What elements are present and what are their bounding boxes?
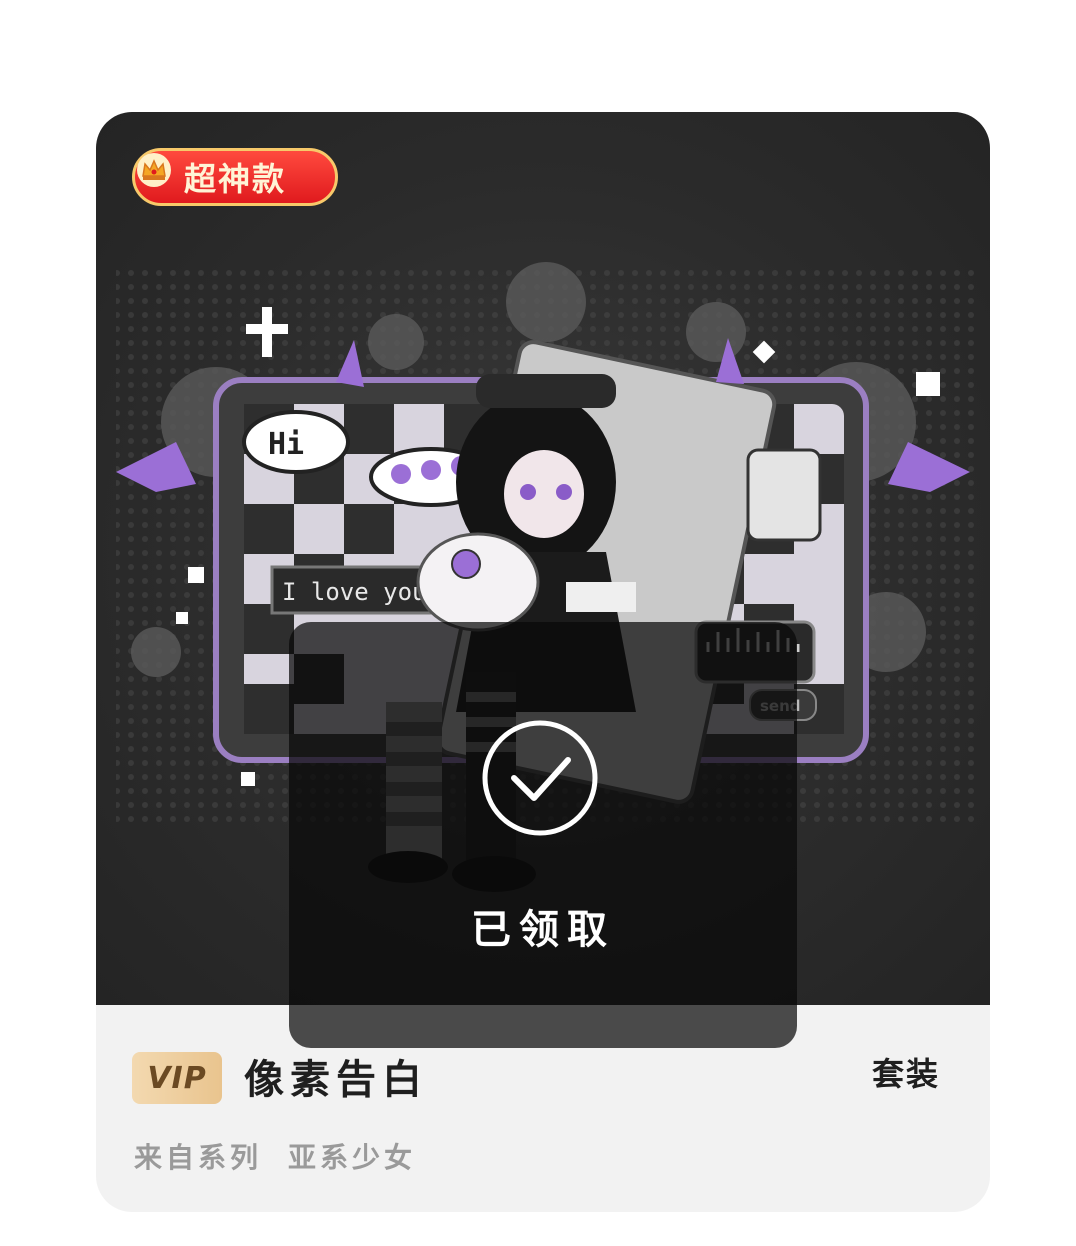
claimed-status-label: 已领取: [471, 907, 615, 953]
item-title: 像素告白: [244, 1057, 428, 1103]
check-circle-icon: [482, 720, 598, 836]
super-rare-badge: 超神款: [132, 148, 338, 206]
claimed-overlay: 已领取: [289, 622, 797, 1048]
crown-icon: [137, 153, 171, 187]
vip-badge: VIP: [132, 1052, 222, 1104]
series-prefix: 来自系列: [134, 1141, 263, 1174]
series-info[interactable]: 来自系列 亚系少女: [134, 1140, 416, 1176]
love-text: I love you: [282, 578, 427, 606]
hi-bubble-text: Hi: [268, 427, 304, 462]
series-name[interactable]: 亚系少女: [288, 1141, 416, 1174]
suit-type-tag: 套装: [866, 1054, 947, 1096]
suit-type-label: 套装: [872, 1055, 941, 1093]
super-rare-label: 超神款: [183, 160, 286, 198]
theme-card[interactable]: Hi I love you send: [96, 112, 990, 1212]
